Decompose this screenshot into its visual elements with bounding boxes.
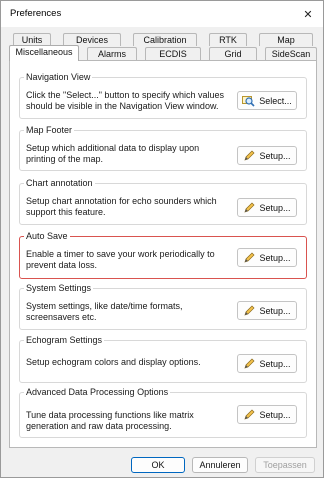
group-system-settings: System Settings System settings, like da…	[19, 283, 307, 330]
map-footer-setup-button[interactable]: Setup...	[237, 146, 297, 165]
group-auto-save: Auto Save Enable a timer to save your wo…	[19, 231, 307, 279]
group-title: Map Footer	[24, 125, 75, 136]
pencil-icon	[243, 202, 255, 214]
close-icon: ✕	[303, 8, 313, 21]
group-title: Chart annotation	[24, 178, 95, 189]
group-title: Echogram Settings	[24, 335, 105, 346]
tab-ecdis[interactable]: ECDIS	[145, 47, 201, 60]
group-description: Tune data processing functions like matr…	[26, 410, 194, 431]
tab-rtk[interactable]: RTK	[209, 33, 247, 46]
tab-miscellaneous[interactable]: Miscellaneous	[9, 45, 79, 61]
group-title: Navigation View	[24, 72, 93, 83]
select-button-label: Select...	[259, 95, 292, 106]
group-chart-annotation: Chart annotation Setup chart annotation …	[19, 178, 307, 225]
group-title: System Settings	[24, 283, 94, 294]
magnifier-icon	[242, 95, 255, 107]
group-advanced-data-processing: Advanced Data Processing Options Tune da…	[19, 387, 307, 438]
apply-button[interactable]: Toepassen	[255, 457, 315, 473]
preferences-window: Preferences ✕ Units Devices Calibration …	[0, 0, 324, 478]
ok-button[interactable]: OK	[131, 457, 185, 473]
tab-strip: Units Devices Calibration RTK Map Miscel…	[9, 33, 317, 61]
title-bar: Preferences ✕	[1, 1, 323, 27]
auto-save-setup-button[interactable]: Setup...	[237, 248, 297, 267]
tab-grid[interactable]: Grid	[209, 47, 257, 60]
group-description: Enable a timer to save your work periodi…	[26, 249, 215, 270]
echogram-settings-setup-button[interactable]: Setup...	[237, 354, 297, 373]
group-title: Advanced Data Processing Options	[24, 387, 171, 398]
pencil-icon	[243, 305, 255, 317]
chart-annotation-setup-button[interactable]: Setup...	[237, 198, 297, 217]
group-description: Click the "Select..." button to specify …	[26, 90, 224, 111]
pencil-icon	[243, 252, 255, 264]
pencil-icon	[243, 358, 255, 370]
group-description: System settings, like date/time formats,…	[26, 301, 183, 322]
select-button[interactable]: Select...	[237, 91, 297, 110]
tab-map[interactable]: Map	[259, 33, 313, 46]
group-description: Setup chart annotation for echo sounders…	[26, 196, 217, 217]
setup-button-label: Setup...	[259, 252, 291, 263]
advanced-processing-setup-button[interactable]: Setup...	[237, 405, 297, 424]
tab-alarms[interactable]: Alarms	[87, 47, 137, 60]
pencil-icon	[243, 150, 255, 162]
group-navigation-view: Navigation View Click the "Select..." bu…	[19, 72, 307, 119]
group-description: Setup echogram colors and display option…	[26, 357, 201, 367]
group-map-footer: Map Footer Setup which additional data t…	[19, 125, 307, 171]
close-button[interactable]: ✕	[293, 1, 323, 27]
setup-button-label: Setup...	[259, 305, 291, 316]
group-echogram-settings: Echogram Settings Setup echogram colors …	[19, 335, 307, 383]
setup-button-label: Setup...	[259, 150, 291, 161]
group-title: Auto Save	[24, 231, 70, 242]
miscellaneous-panel: Navigation View Click the "Select..." bu…	[9, 60, 317, 448]
window-title: Preferences	[10, 8, 62, 19]
system-settings-setup-button[interactable]: Setup...	[237, 301, 297, 320]
setup-button-label: Setup...	[259, 409, 291, 420]
pencil-icon	[243, 409, 255, 421]
setup-button-label: Setup...	[259, 358, 291, 369]
tab-calibration[interactable]: Calibration	[133, 33, 197, 46]
group-description: Setup which additional data to display u…	[26, 143, 200, 164]
cancel-button[interactable]: Annuleren	[192, 457, 248, 473]
tab-sidescan[interactable]: SideScan	[265, 47, 317, 60]
setup-button-label: Setup...	[259, 202, 291, 213]
